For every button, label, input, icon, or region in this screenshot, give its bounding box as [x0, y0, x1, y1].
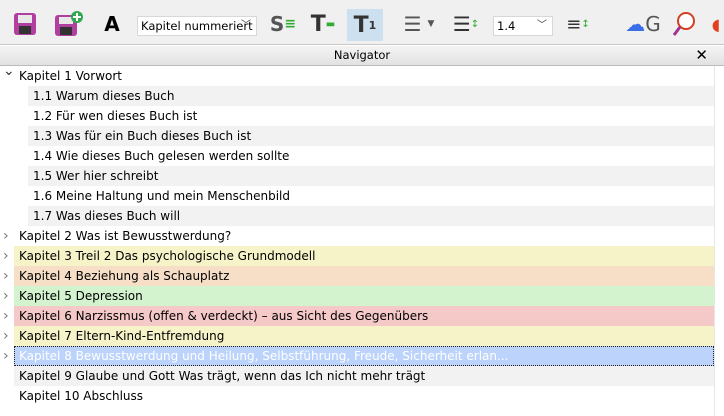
chevron-right-icon[interactable]: ›: [3, 266, 9, 286]
tree-item[interactable]: › Kapitel 4 Beziehung als Schauplatz: [0, 266, 714, 286]
tree-item-label: 1.5 Wer hier schreibt: [33, 169, 159, 183]
close-icon[interactable]: ✕: [695, 46, 708, 65]
chevron-right-icon[interactable]: ›: [3, 226, 9, 246]
scrollbar[interactable]: [714, 66, 724, 416]
title-icon[interactable]: T ▬: [308, 10, 338, 38]
tree-item[interactable]: ⌄ Kapitel 1 Vorwort: [0, 63, 714, 86]
tree-item-label: Kapitel 1 Vorwort: [19, 69, 122, 83]
tree-item-label: 1.6 Meine Haltung und mein Menschenbild: [33, 189, 290, 203]
tree-item-label: Kapitel 2 Was ist Bewusstwerdung?: [19, 229, 232, 243]
chevron-down-icon[interactable]: ⌄: [3, 61, 15, 81]
tree-item[interactable]: 1.1 Warum dieses Buch: [0, 86, 714, 106]
save-as-new-icon[interactable]: [52, 10, 86, 38]
tree-item[interactable]: 1.4 Wie dieses Buch gelesen werden sollt…: [0, 146, 714, 166]
line-spacing-select[interactable]: 1.4 ﹀: [493, 16, 553, 36]
tree-item-label: Kapitel 10 Abschluss: [19, 389, 144, 403]
tree-item[interactable]: Kapitel 9 Glaube und Gott Was trägt, wen…: [0, 366, 714, 386]
tree-item[interactable]: › Kapitel 7 Eltern-Kind-Entfremdung: [0, 326, 714, 346]
tree-item[interactable]: › Kapitel 8 Bewusstwerdung und Heilung, S…: [0, 346, 714, 366]
tree-item-label: Kapitel 7 Eltern-Kind-Entfremdung: [19, 329, 225, 343]
search-icon[interactable]: [670, 10, 698, 38]
toolbar: A Kapitel nummeriert ﹀ S ≡ T ▬ T1 ☰ ▼ ☰ ↕ 1.4…: [0, 0, 724, 45]
ghost-g-icon[interactable]: ☁ G: [625, 10, 661, 38]
line-spacing-value: 1.4: [497, 19, 516, 33]
chevron-right-icon[interactable]: ›: [3, 246, 9, 266]
tree-item-label: Kapitel 9 Glaube und Gott Was trägt, wen…: [19, 369, 426, 383]
tree-item-label: Kapitel 8 Bewusstwerdung und Heilung, Se…: [19, 349, 509, 363]
tree-item[interactable]: 1.7 Was dieses Buch will: [0, 206, 714, 226]
navigator-header: Navigator ✕: [0, 46, 724, 66]
paragraph-spacing-icon[interactable]: ≡ ↕: [564, 10, 592, 38]
navigator-title: Navigator: [333, 48, 391, 62]
tree-item-label: Kapitel 3 Treil 2 Das psychologische Gru…: [19, 249, 316, 263]
tree-item[interactable]: 1.6 Meine Haltung und mein Menschenbild: [0, 186, 714, 206]
line-spacing-icon[interactable]: ☰ ↕: [452, 10, 480, 38]
tree-item-label: 1.3 Was für ein Buch dieses Buch ist: [33, 129, 252, 143]
chevron-right-icon[interactable]: ›: [3, 286, 9, 306]
tree-item[interactable]: 1.3 Was für ein Buch dieses Buch ist: [0, 126, 714, 146]
lips-icon[interactable]: ◖: [708, 10, 724, 38]
tree-item-label: 1.1 Warum dieses Buch: [33, 89, 175, 103]
tree-item-label: 1.2 Für wen dieses Buch ist: [33, 109, 198, 123]
tree-item-label: 1.7 Was dieses Buch will: [33, 209, 181, 223]
tree-item[interactable]: › Kapitel 5 Depression: [0, 286, 714, 306]
tree-item[interactable]: › Kapitel 2 Was ist Bewusstwerdung?: [0, 226, 714, 246]
chevron-right-icon[interactable]: ›: [3, 306, 9, 326]
tree-item[interactable]: 1.5 Wer hier schreibt: [0, 166, 714, 186]
paragraph-style-value: Kapitel nummeriert: [141, 19, 253, 33]
heading-style-icon[interactable]: S ≡: [268, 10, 298, 38]
tree-item[interactable]: › Kapitel 3 Treil 2 Das psychologische Gr…: [0, 246, 714, 266]
tree-item-label: Kapitel 4 Beziehung als Schauplatz: [19, 269, 230, 283]
numbered-title-icon[interactable]: T1: [347, 9, 383, 41]
indent-icon[interactable]: ☰ ▼: [397, 10, 441, 38]
chevron-down-icon: ﹀: [241, 20, 251, 31]
tree-item[interactable]: › Kapitel 6 Narzissmus (offen & verdeckt)…: [0, 306, 714, 326]
tree-item-label: Kapitel 5 Depression: [19, 289, 143, 303]
navigator-tree: ⌄ Kapitel 1 Vorwort 1.1 Warum dieses Buch 1…: [0, 63, 714, 406]
save-icon[interactable]: [10, 10, 40, 38]
tree-item[interactable]: Kapitel 10 Abschluss: [0, 386, 714, 406]
text-frame-icon[interactable]: A: [98, 10, 126, 38]
chevron-right-icon[interactable]: ›: [3, 346, 9, 366]
chevron-down-icon: ﹀: [537, 20, 547, 31]
tree-item-label: 1.4 Wie dieses Buch gelesen werden sollt…: [33, 149, 290, 163]
chevron-right-icon[interactable]: ›: [3, 326, 9, 346]
tree-item[interactable]: 1.2 Für wen dieses Buch ist: [0, 106, 714, 126]
tree-item-label: Kapitel 6 Narzissmus (offen & verdeckt) …: [19, 309, 429, 323]
paragraph-style-select[interactable]: Kapitel nummeriert ﹀: [137, 16, 257, 36]
